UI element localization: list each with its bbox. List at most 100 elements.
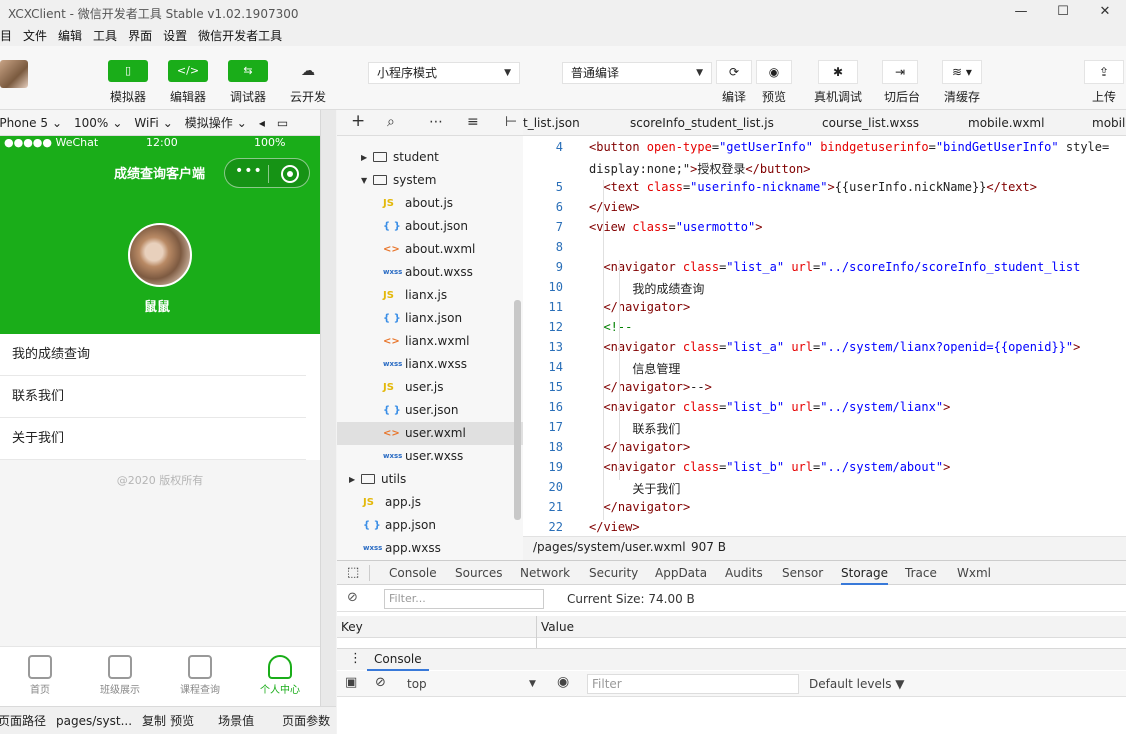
simulate-menu[interactable]: 模拟操作 <box>185 114 233 131</box>
code-line[interactable]: <view class="usermotto"> <box>589 220 762 234</box>
tab-editor-file[interactable]: mobile <box>1092 110 1126 136</box>
search-icon[interactable]: ⌕ <box>387 114 395 130</box>
code-line[interactable]: <!-- <box>589 320 632 334</box>
cloud-icon[interactable]: ☁ <box>288 60 328 82</box>
user-avatar-small[interactable] <box>0 60 28 88</box>
tree-file[interactable]: JS lianx.js <box>337 284 523 307</box>
menu-settings[interactable]: 设置 <box>163 27 187 44</box>
menu-file[interactable]: 文件 <box>23 27 47 44</box>
tree-file[interactable]: { } user.json <box>337 399 523 422</box>
column-key[interactable]: Key <box>341 620 363 634</box>
tab-devtools-appdata[interactable]: AppData <box>655 561 707 585</box>
upload-icon[interactable]: ⇪ <box>1084 60 1124 84</box>
code-line[interactable]: </navigator> <box>589 300 690 314</box>
tab-console-drawer[interactable]: Console <box>367 649 429 671</box>
tab-devtools-security[interactable]: Security <box>589 561 638 585</box>
code-line[interactable]: </navigator> <box>589 440 690 454</box>
code-line[interactable]: </view> <box>589 200 640 214</box>
sidebar-toggle-icon[interactable]: ▣ <box>345 675 357 690</box>
code-line[interactable]: <navigator class="list_b" url="../system… <box>589 400 950 414</box>
close-button[interactable]: ✕ <box>1084 0 1126 24</box>
code-line[interactable]: <text class="userinfo-nickname">{{userIn… <box>589 180 1037 194</box>
split-icon[interactable]: ⊢ <box>505 114 517 130</box>
context-select[interactable]: top <box>407 677 427 691</box>
collapse-icon[interactable]: ≡ <box>467 114 479 130</box>
simulator-toggle[interactable]: ▯ <box>108 60 148 82</box>
menu-project[interactable]: 项目 <box>0 27 12 44</box>
editor-toggle[interactable]: </> <box>168 60 208 82</box>
tree-file[interactable]: { } about.json <box>337 215 523 238</box>
bug-icon[interactable]: ✱ <box>818 60 858 84</box>
tab-devtools-console[interactable]: Console <box>389 561 437 585</box>
code-line[interactable]: </navigator>--> <box>589 380 711 394</box>
menu-wechat-devtools[interactable]: 微信开发者工具 <box>198 27 282 44</box>
tree-file[interactable]: <> about.wxml <box>337 238 523 261</box>
tab-home[interactable]: 首页 <box>0 651 80 696</box>
code-line[interactable]: <navigator class="list_a" url="../scoreI… <box>589 260 1080 274</box>
maximize-button[interactable]: ☐ <box>1042 0 1084 24</box>
avatar[interactable] <box>128 223 192 287</box>
eye-icon[interactable]: ◉ <box>557 674 569 690</box>
tab-editor-file[interactable]: scoreInfo_student_list.js <box>630 110 774 136</box>
copy-link[interactable]: 复制 <box>142 712 166 729</box>
background-icon[interactable]: ⇥ <box>882 60 918 84</box>
code-editor[interactable]: 4 <button open-type="getUserInfo" bindget… <box>523 136 1126 536</box>
network-select[interactable]: WiFi <box>134 116 158 130</box>
refresh-icon[interactable]: ⟳ <box>716 60 752 84</box>
add-icon[interactable]: + <box>351 111 365 131</box>
tree-file[interactable]: { } app.json <box>337 514 523 537</box>
debugger-toggle[interactable]: ⇆ <box>228 60 268 82</box>
eye-icon[interactable]: ◉ <box>756 60 792 84</box>
tab-devtools-trace[interactable]: Trace <box>905 561 937 585</box>
clear-icon[interactable]: ⊘ <box>347 590 358 605</box>
tree-file[interactable]: wxss lianx.wxss <box>337 353 523 376</box>
tab-devtools-network[interactable]: Network <box>520 561 570 585</box>
tree-file[interactable]: wxss user.wxss <box>337 445 523 468</box>
code-line[interactable]: <navigator class="list_b" url="../system… <box>589 460 950 474</box>
code-line[interactable]: display:none;">授权登录</button> <box>589 160 810 177</box>
storage-filter-input[interactable]: Filter... <box>384 589 544 609</box>
explorer-scrollbar[interactable] <box>514 300 521 520</box>
close-miniprogram-icon[interactable] <box>281 165 299 183</box>
panel-splitter[interactable] <box>320 110 336 706</box>
minimize-button[interactable]: — <box>1000 0 1042 24</box>
menu-tools[interactable]: 工具 <box>93 27 117 44</box>
tree-file[interactable]: { } lianx.json <box>337 307 523 330</box>
tab-devtools-sources[interactable]: Sources <box>455 561 502 585</box>
code-line[interactable]: 我的成绩查询 <box>589 280 704 297</box>
code-line[interactable]: <button open-type="getUserInfo" bindgetu… <box>589 140 1109 154</box>
list-item-my-scores[interactable]: 我的成绩查询 <box>0 334 306 376</box>
tab-devtools-storage[interactable]: Storage <box>841 561 888 585</box>
tree-file[interactable]: <> user.wxml <box>337 422 523 445</box>
tree-file[interactable]: JS user.js <box>337 376 523 399</box>
column-value[interactable]: Value <box>541 620 574 634</box>
tab-editor-file[interactable]: t_list.json <box>523 110 580 136</box>
mode-select[interactable]: 小程序模式 ▼ <box>368 62 520 84</box>
code-line[interactable]: </navigator> <box>589 500 690 514</box>
menu-view[interactable]: 界面 <box>128 27 152 44</box>
more-icon[interactable]: ⋯ <box>429 114 443 130</box>
tab-editor-file[interactable]: mobile.wxml <box>968 110 1044 136</box>
tab-profile[interactable]: 个人中心 <box>240 651 320 696</box>
tree-folder[interactable]: ▼ system <box>337 169 523 192</box>
device-select[interactable]: iPhone 5 <box>0 116 48 130</box>
volume-icon[interactable]: ◂ <box>259 116 265 130</box>
tree-file[interactable]: JS app.js <box>337 491 523 514</box>
tab-class[interactable]: 班级展示 <box>80 651 160 696</box>
tree-folder[interactable]: ▶ utils <box>337 468 523 491</box>
log-levels-select[interactable]: Default levels ▼ <box>809 677 905 691</box>
menu-edit[interactable]: 编辑 <box>58 27 82 44</box>
tab-devtools-sensor[interactable]: Sensor <box>782 561 823 585</box>
code-line[interactable]: </view> <box>589 520 640 534</box>
tree-file[interactable]: wxss about.wxss <box>337 261 523 284</box>
more-icon[interactable]: ••• <box>235 163 263 179</box>
console-filter-input[interactable]: Filter <box>587 674 799 694</box>
tree-folder[interactable]: ▶ student <box>337 146 523 169</box>
tree-file[interactable]: JS about.js <box>337 192 523 215</box>
tab-devtools-wxml[interactable]: Wxml <box>957 561 991 585</box>
page-params[interactable]: 页面参数 <box>282 712 330 729</box>
list-item-contact[interactable]: 联系我们 <box>0 376 306 418</box>
scene-value[interactable]: 场景值 <box>218 712 254 729</box>
window-icon[interactable]: ▭ <box>277 116 288 130</box>
drawer-menu-icon[interactable]: ⋮ <box>349 651 362 666</box>
